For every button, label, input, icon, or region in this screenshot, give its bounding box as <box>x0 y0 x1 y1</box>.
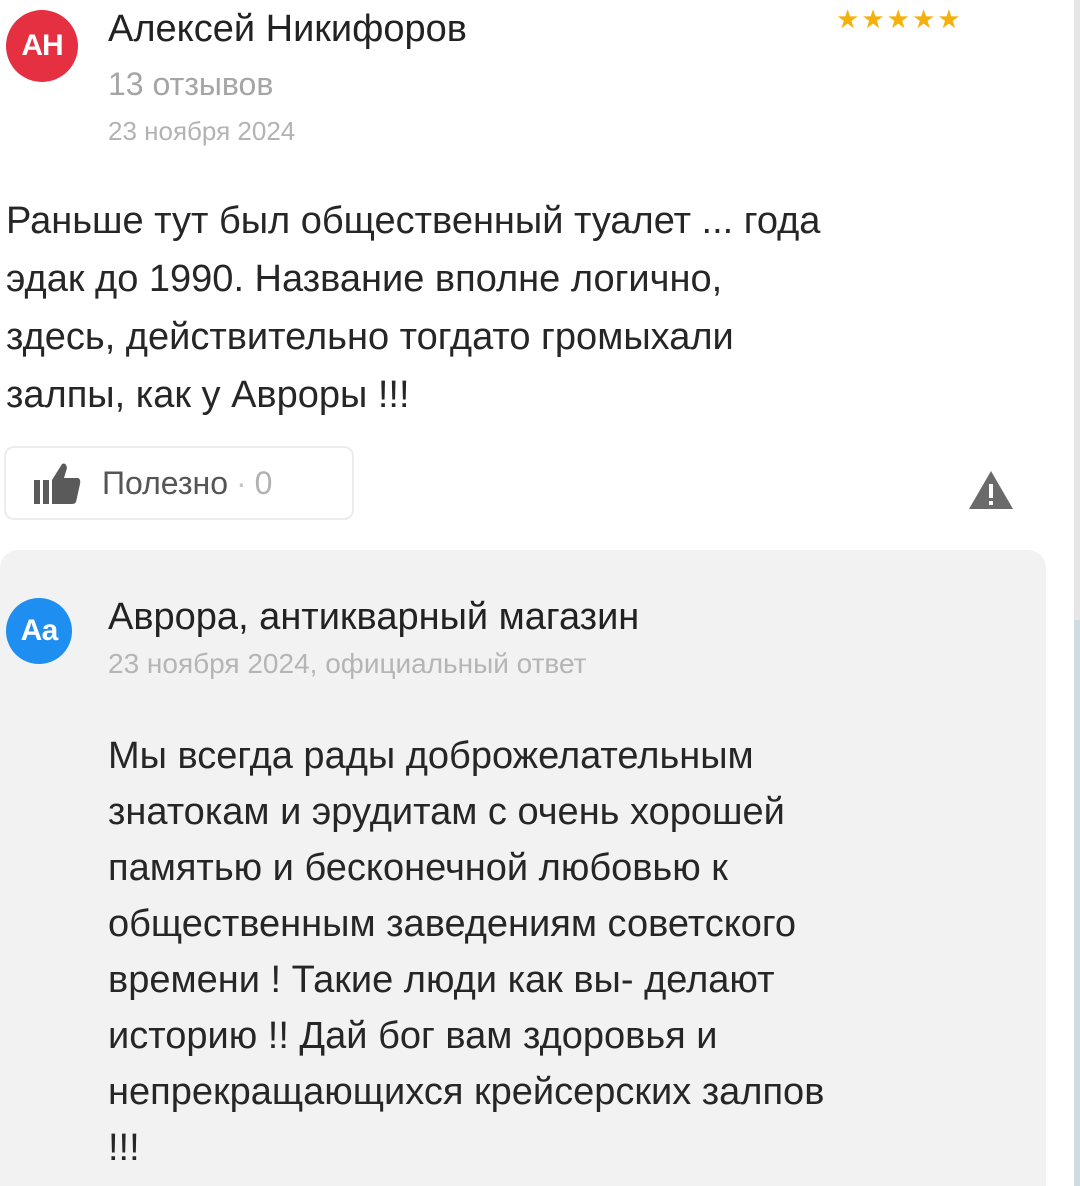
author-name[interactable]: Алексей Никифоров <box>108 8 467 51</box>
org-avatar[interactable]: Аа <box>6 598 72 664</box>
warning-icon <box>969 471 1013 509</box>
report-button[interactable] <box>966 468 1016 512</box>
star-icon: ★ <box>861 4 885 34</box>
useful-button[interactable]: Полезно · 0 <box>4 446 354 520</box>
useful-separator: · <box>236 464 247 501</box>
review-page: АН Алексей Никифоров 13 отзывов 23 ноябр… <box>0 0 1080 1186</box>
review-date: 23 ноября 2024 <box>108 116 296 146</box>
user-avatar[interactable]: АН <box>6 10 78 82</box>
star-icon: ★ <box>886 4 910 34</box>
rating-stars: ★ ★ ★ ★ ★ <box>836 6 961 32</box>
org-name[interactable]: Аврора, антикварный магазин <box>108 596 639 639</box>
useful-label: Полезно <box>102 464 228 501</box>
thumbs-up-icon <box>34 463 81 504</box>
star-icon: ★ <box>937 4 961 34</box>
author-review-count: 13 отзывов <box>108 66 274 102</box>
reply-meta: 23 ноября 2024, официальный ответ <box>108 648 587 679</box>
reply-text: Мы всегда рады доброжелательным знатокам… <box>108 735 825 1169</box>
useful-count: 0 <box>254 464 273 501</box>
star-icon: ★ <box>836 4 860 34</box>
star-icon: ★ <box>911 4 936 34</box>
review-text: Раньше тут был общественный туалет ... г… <box>6 200 821 416</box>
scrollbar-thumb[interactable] <box>1074 620 1080 1186</box>
